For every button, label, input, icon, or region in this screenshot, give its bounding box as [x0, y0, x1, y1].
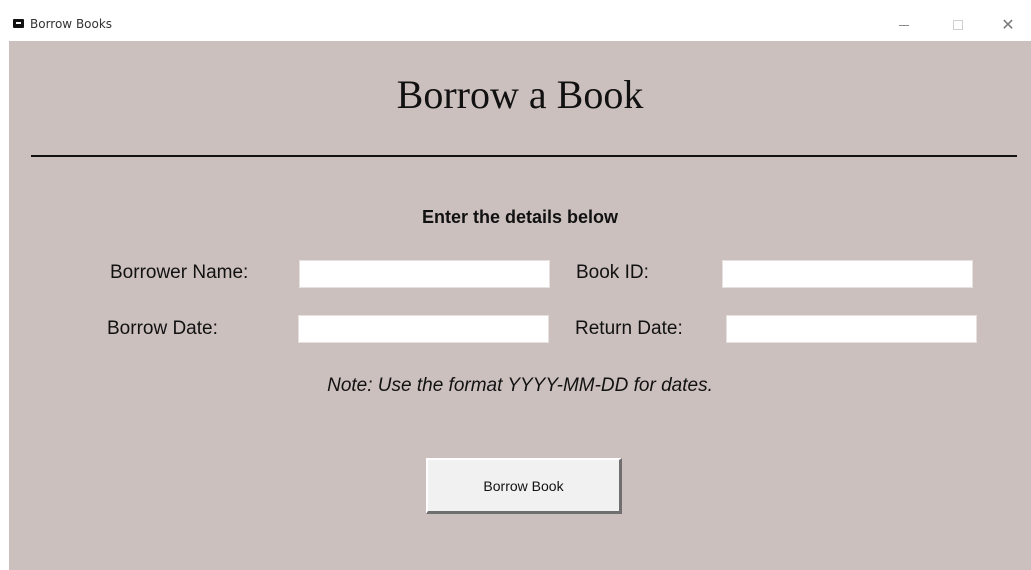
title-bar[interactable]: Borrow Books ✕	[9, 9, 1031, 41]
app-icon	[13, 19, 24, 28]
borrow-book-button[interactable]: Borrow Book	[426, 458, 622, 514]
book-id-input[interactable]	[722, 260, 973, 288]
window-title: Borrow Books	[30, 17, 113, 31]
minimize-icon	[899, 24, 909, 26]
close-button[interactable]: ✕	[985, 9, 1031, 41]
form-instructions: Enter the details below	[421, 207, 619, 227]
date-format-note: Note: Use the format YYYY-MM-DD for date…	[327, 375, 713, 396]
page-title: Borrow a Book	[396, 72, 644, 117]
borrow-books-window: Borrow Books ✕ Borrow a Book Enter the d…	[9, 9, 1031, 570]
borrower-name-label: Borrower Name:	[110, 262, 249, 283]
maximize-button[interactable]	[935, 9, 981, 41]
book-id-label: Book ID:	[576, 262, 649, 283]
close-icon: ✕	[1001, 15, 1015, 34]
borrower-name-input[interactable]	[299, 260, 550, 288]
minimize-button[interactable]	[881, 9, 927, 41]
maximize-icon	[953, 20, 963, 30]
return-date-label: Return Date:	[575, 318, 683, 339]
return-date-input[interactable]	[726, 315, 977, 343]
borrow-date-input[interactable]	[298, 315, 549, 343]
heading-divider	[31, 155, 1017, 157]
borrow-date-label: Borrow Date:	[107, 318, 218, 339]
